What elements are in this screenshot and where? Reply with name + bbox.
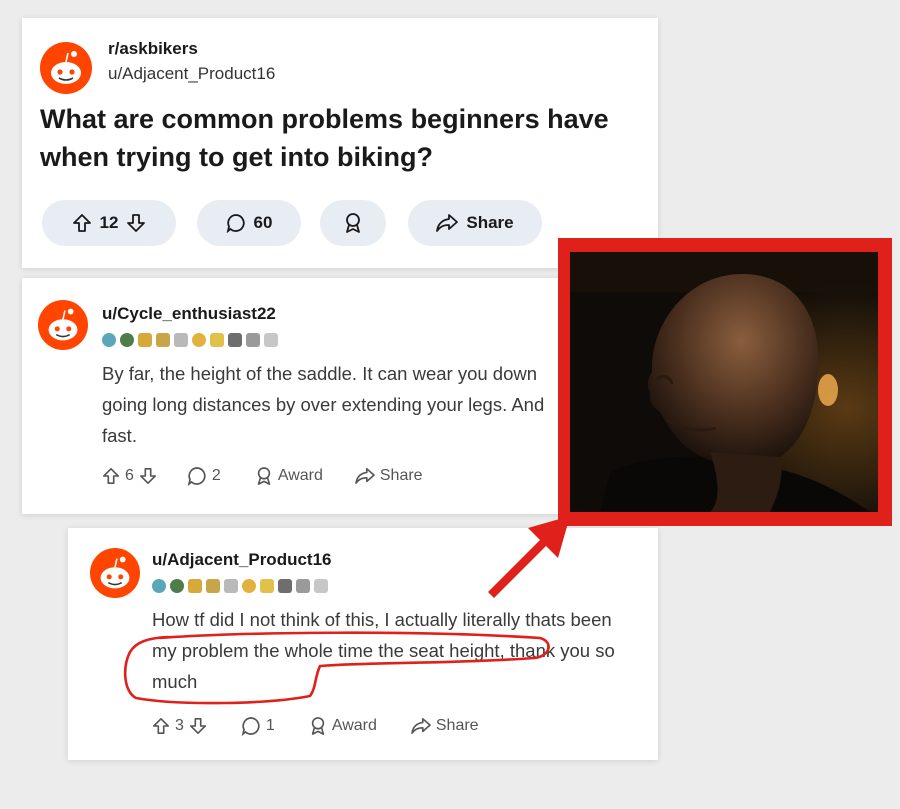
badge-icon <box>228 333 242 347</box>
user-avatar-icon[interactable] <box>38 300 88 350</box>
upvote-icon[interactable] <box>72 213 92 233</box>
vote-count: 12 <box>99 213 119 232</box>
award-button[interactable]: Award <box>309 716 377 736</box>
user-badges <box>102 333 278 347</box>
upvote-icon[interactable] <box>152 717 170 735</box>
vote-count: 6 <box>125 467 134 484</box>
share-icon <box>436 214 459 232</box>
badge-icon <box>206 579 220 593</box>
comment-icon <box>187 467 206 486</box>
badge-icon <box>242 579 256 593</box>
reply-button[interactable]: 2 <box>187 466 221 486</box>
award-label: Award <box>277 467 323 484</box>
downvote-icon[interactable] <box>126 213 146 233</box>
award-icon <box>257 467 271 485</box>
badge-icon <box>264 333 278 347</box>
user-badges <box>152 579 328 593</box>
badge-icon <box>152 579 166 593</box>
share-label: Share <box>435 717 479 734</box>
reply-count: 2 <box>211 467 221 484</box>
badge-icon <box>224 579 238 593</box>
badge-icon <box>102 333 116 347</box>
user-avatar-icon[interactable] <box>90 548 140 598</box>
comment-author[interactable]: u/Adjacent_Product16 <box>152 550 332 570</box>
badge-icon <box>246 333 260 347</box>
award-icon <box>346 213 360 233</box>
highlight-scribble <box>123 631 550 705</box>
reply-button[interactable]: 1 <box>241 716 275 736</box>
subreddit-name[interactable]: r/askbikers <box>108 39 198 59</box>
pointer-arrow-icon <box>488 516 570 598</box>
subreddit-avatar-icon[interactable] <box>40 42 92 94</box>
badge-icon <box>278 579 292 593</box>
upvote-icon[interactable] <box>102 467 120 485</box>
share-button[interactable]: Share <box>355 467 423 485</box>
comment-icon <box>241 717 260 736</box>
comment-count: 60 <box>253 213 273 232</box>
vote-pill: 12 <box>42 200 176 246</box>
post-title[interactable]: What are common problems beginners have … <box>40 100 640 176</box>
award-label: Award <box>331 717 377 734</box>
reaction-image <box>570 252 878 512</box>
comment-actions: 3 1 Award Share <box>152 716 479 736</box>
downvote-icon[interactable] <box>139 467 157 485</box>
badge-icon <box>188 579 202 593</box>
vote-control: 3 <box>152 717 207 735</box>
reaction-image-frame <box>558 238 892 526</box>
share-icon <box>355 467 375 485</box>
share-label: Share <box>379 467 423 484</box>
comment-author[interactable]: u/Cycle_enthusiast22 <box>102 304 276 324</box>
post-card: r/askbikers u/Adjacent_Product16 What ar… <box>22 18 658 268</box>
share-label: Share <box>466 213 514 232</box>
award-button[interactable] <box>320 200 386 246</box>
badge-icon <box>138 333 152 347</box>
vote-control: 6 <box>102 467 157 485</box>
badge-icon <box>192 333 206 347</box>
comment-actions: 6 2 Award Share <box>102 466 423 486</box>
badge-icon <box>170 579 184 593</box>
award-icon <box>311 717 325 735</box>
badge-icon <box>260 579 274 593</box>
comment-body: By far, the height of the saddle. It can… <box>102 363 545 446</box>
badge-icon <box>210 333 224 347</box>
badge-icon <box>314 579 328 593</box>
award-button[interactable]: Award <box>255 466 323 486</box>
downvote-icon[interactable] <box>189 717 207 735</box>
badge-icon <box>174 333 188 347</box>
vote-count: 3 <box>175 717 184 734</box>
badge-icon <box>120 333 134 347</box>
badge-icon <box>156 333 170 347</box>
share-button[interactable]: Share <box>408 200 542 246</box>
post-author[interactable]: u/Adjacent_Product16 <box>108 64 275 84</box>
badge-icon <box>296 579 310 593</box>
comments-button[interactable]: 60 <box>197 200 301 246</box>
reply-count: 1 <box>265 717 275 734</box>
share-button[interactable]: Share <box>411 717 479 735</box>
comment-icon <box>226 214 245 233</box>
share-icon <box>411 717 431 735</box>
